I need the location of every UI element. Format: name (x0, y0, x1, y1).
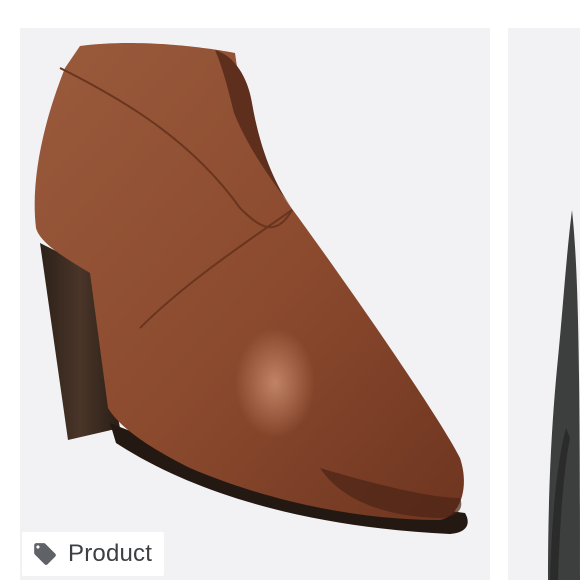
product-badge: Product (22, 532, 165, 576)
product-label: Product (68, 540, 153, 567)
result-card-boot[interactable] (20, 28, 490, 580)
next-product-image (548, 210, 580, 580)
result-card-next[interactable] (508, 28, 580, 580)
tag-icon (34, 543, 56, 565)
boot-image (34, 43, 468, 534)
